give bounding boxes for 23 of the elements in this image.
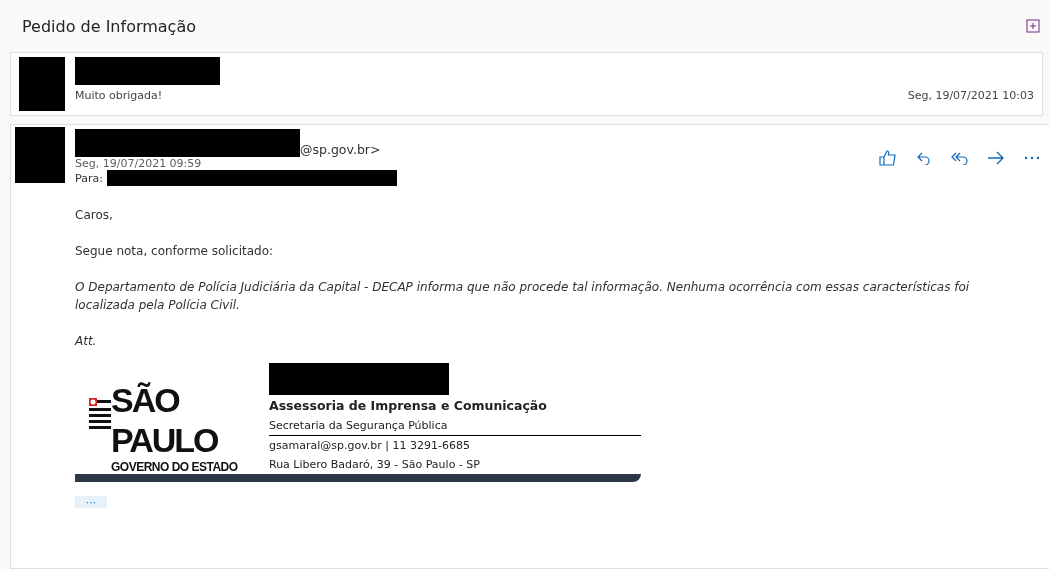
message-date: Seg, 19/07/2021 10:03: [907, 89, 1034, 102]
expand-icon[interactable]: [1025, 18, 1041, 34]
message-text: O Departamento de Polícia Judiciária da Capital - DECAP informa que não procede tal informação. Nenhuma ocorrência com essas características foi localizada pela Polícia Civil.: [75, 279, 971, 314]
signature-address: Rua Libero Badaró, 39 - São Paulo - SP: [269, 457, 481, 473]
message-text: Segue nota, conforme solicitado:: [75, 243, 275, 260]
logo-text: PAULO: [111, 420, 219, 460]
collapsed-message[interactable]: Muito obrigada! Seg, 19/07/2021 10:03: [10, 52, 1043, 116]
sender-address: @sp.gov.br>: [300, 142, 381, 157]
to-label: Para:: [75, 171, 103, 185]
message-preview: Muito obrigada!: [75, 89, 163, 102]
like-icon[interactable]: [877, 147, 899, 169]
logo-text: SÃO: [111, 380, 181, 420]
message-date: Seg, 19/07/2021 09:59: [75, 157, 203, 170]
logo-caption: GOVERNO DO ESTADO: [111, 460, 239, 474]
message-text: Caros,: [75, 207, 114, 224]
signature-contact: gsamaral@sp.gov.br | 11 3291-6685: [269, 438, 471, 454]
show-more-button[interactable]: ···: [75, 496, 107, 508]
redacted-avatar: [15, 127, 65, 183]
redacted-avatar: [19, 57, 65, 111]
signature-office: Secretaria da Segurança Pública: [269, 416, 641, 436]
message-text: Att.: [75, 333, 98, 350]
signature-department: Assessoria de Imprensa e Comunicação: [269, 397, 548, 415]
conversation-title: Pedido de Informação: [22, 16, 196, 36]
